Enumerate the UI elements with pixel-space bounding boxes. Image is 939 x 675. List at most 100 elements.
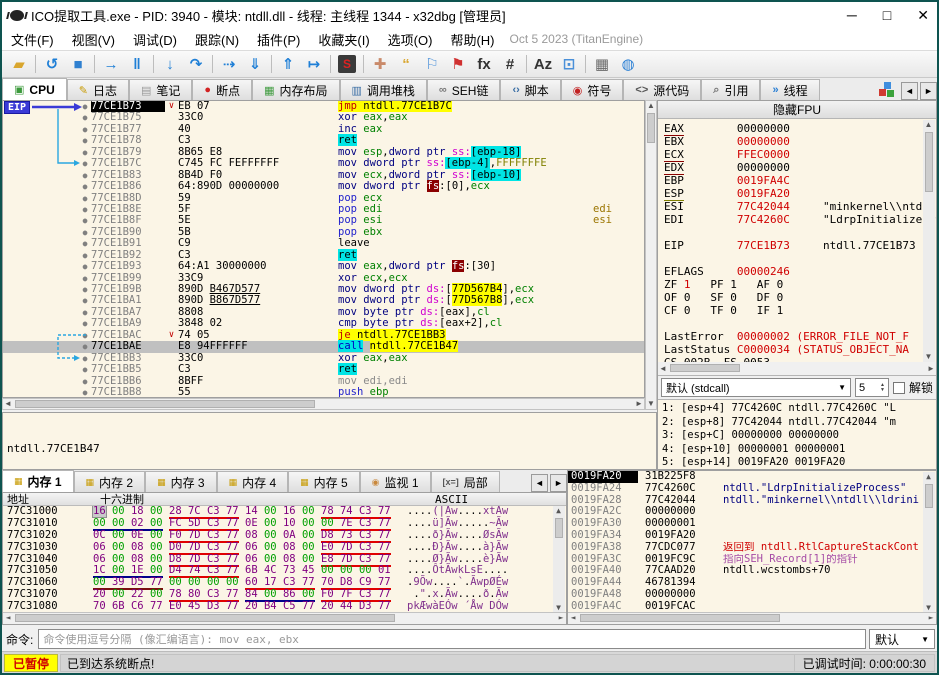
step-into-icon[interactable]: ↓ — [157, 52, 183, 76]
breakpoint-dot[interactable]: ● — [79, 135, 91, 146]
register-line[interactable]: LastError 00000002 (ERROR_FILE_NOT_F — [664, 330, 936, 343]
register-line[interactable]: EBP 0019FA4C — [664, 174, 936, 187]
stack-row[interactable]: 0019FA24 77C4260C ntdll."LdrpInitializePro… — [568, 482, 936, 495]
tab-内存-3[interactable]: ▦ 内存 3 — [145, 471, 217, 492]
maximize-button[interactable]: □ — [883, 7, 891, 24]
tab-日志[interactable]: ✎ 日志 — [66, 79, 129, 100]
stack-argument[interactable]: 1: [esp+4] 77C4260C ntdll.77C4260C "L — [662, 402, 936, 416]
disasm-row[interactable]: ● 77CE1B91 C9 leave — [3, 237, 644, 249]
breakpoint-dot[interactable]: ● — [79, 376, 91, 387]
breakpoint-dot[interactable]: ● — [79, 101, 91, 112]
dump-vscrollbar[interactable]: ▲ ▼ — [553, 506, 565, 613]
tab-内存布局[interactable]: ▦ 内存布局 — [252, 79, 340, 100]
tab-引用[interactable]: ⌕ 引用 — [701, 79, 761, 100]
register-line[interactable]: EDI 77C4260C "LdrpInitializePro — [664, 213, 936, 226]
attach-icon[interactable]: ⊡ — [556, 52, 582, 76]
breakpoint-dot[interactable]: ● — [79, 215, 91, 226]
scroll-dump-tabs-left[interactable]: ◄ — [531, 474, 548, 492]
breakpoint-dot[interactable]: ● — [79, 250, 91, 261]
breakpoint-dot[interactable]: ● — [79, 261, 91, 272]
disasm-row[interactable]: ● 77CE1B7C C745 FC FEFFFFFF mov dword ptr s… — [3, 157, 644, 170]
close-debuggee-icon[interactable]: ■ — [65, 52, 91, 76]
calculator-icon[interactable]: ▦ — [589, 52, 615, 76]
trace-into-icon[interactable]: ⇢ — [216, 52, 242, 76]
breakpoint-dot[interactable]: ● — [79, 318, 91, 329]
breakpoint-dot[interactable]: ● — [79, 295, 91, 306]
minimize-button[interactable]: ─ — [847, 7, 857, 24]
disasm-row[interactable]: ● 77CE1B93 64:A1 30000000 mov eax,dword ptr… — [3, 260, 644, 273]
tab-seh链[interactable]: ∞ SEH链 — [426, 79, 501, 100]
stack-row[interactable]: 0019FA44 46781394 — [568, 576, 936, 589]
menu-item[interactable]: 收藏夹(I) — [309, 28, 378, 51]
menu-item[interactable]: 文件(F) — [2, 28, 63, 51]
stack-row[interactable]: 0019FA28 77C42044 ntdll."minkernel\\ntdll\… — [568, 494, 936, 507]
open-file-icon[interactable]: ▰ — [6, 52, 32, 76]
close-button[interactable]: ✕ — [917, 7, 929, 24]
breakpoint-dot[interactable]: ● — [79, 273, 91, 284]
register-line[interactable]: ECX FFEC0000 — [664, 148, 936, 162]
register-line[interactable]: ESI 77C42044 "minkernel\\ntdll\ — [664, 200, 936, 213]
breakpoint-dot[interactable]: ● — [79, 193, 91, 204]
tab-断点[interactable]: ● 断点 — [192, 79, 253, 100]
tab-脚本[interactable]: ‹› 脚本 — [500, 79, 561, 100]
stack-argument[interactable]: 5: [esp+14] 0019FA20 0019FA20 — [662, 456, 936, 470]
arg-count-spinner[interactable]: 5 ▲ ▼ — [854, 378, 889, 397]
tab-cpu[interactable]: ▣ CPU — [2, 78, 67, 100]
breakpoint-dot[interactable]: ● — [79, 387, 91, 397]
tab-笔记[interactable]: ▤ 笔记 — [128, 79, 193, 100]
disasm-vscrollbar[interactable]: ▲ ▼ — [645, 100, 657, 410]
register-line[interactable]: EAX 00000000 — [664, 122, 936, 136]
breakpoint-dot[interactable]: ● — [79, 284, 91, 295]
disasm-row[interactable]: ● 77CE1BB8 55 push ebp — [3, 386, 644, 397]
breakpoint-dot[interactable]: ● — [79, 330, 91, 341]
breakpoint-dot[interactable]: ● — [79, 181, 91, 192]
patches-icon[interactable]: ✚ — [367, 52, 393, 76]
tab-调用堆栈[interactable]: ▥ 调用堆栈 — [339, 79, 427, 100]
register-line[interactable]: EBX 00000000 — [664, 135, 936, 148]
hash-icon[interactable]: # — [497, 52, 523, 76]
scroll-tabs-left[interactable]: ◄ — [901, 82, 918, 100]
command-input[interactable] — [38, 629, 866, 649]
tab-内存-5[interactable]: ▦ 内存 5 — [288, 471, 360, 492]
stack-row[interactable]: 0019FA30 00000001 — [568, 517, 936, 530]
bookmarks-icon[interactable]: ⚑ — [445, 52, 471, 76]
register-line[interactable]: EFLAGS 00000246 — [664, 265, 936, 278]
register-line[interactable]: EIP 77CE1B73 ntdll.77CE1B73 — [664, 239, 936, 252]
stack-row[interactable]: 0019FA3C 0019FC9C 指向SEH_Record[1]的指针 — [568, 553, 936, 566]
stack-row[interactable]: 0019FA48 00000000 — [568, 588, 936, 601]
disasm-row[interactable]: ● 77CE1B86 64:890D 00000000 mov dword ptr f… — [3, 180, 644, 193]
menu-item[interactable]: 跟踪(N) — [186, 28, 248, 51]
register-line[interactable] — [664, 252, 936, 265]
tab-内存-4[interactable]: ▦ 内存 4 — [216, 471, 289, 492]
execute-till-return-icon[interactable]: ⇑ — [275, 52, 301, 76]
seh-chain-icon[interactable]: S — [334, 52, 360, 76]
tab-线程[interactable]: » 线程 — [760, 79, 820, 100]
register-line[interactable]: EDX 00000000 — [664, 161, 936, 175]
dump-rows[interactable]: 77C31000 16 00 18 00 28 7C C3 77 14 00 16 0… — [3, 506, 553, 613]
stack-rows[interactable]: 0019FA20 31B225F8 0019FA24 77C4260C ntdll."L… — [568, 471, 936, 624]
preferences-globe-icon[interactable]: ◍ — [615, 52, 641, 76]
register-line[interactable] — [664, 317, 936, 330]
convention-dropdown[interactable]: 默认 (stdcall) ▼ — [661, 378, 851, 397]
run-icon[interactable]: → — [98, 52, 124, 76]
stack-row[interactable]: 0019FA40 77CAAD20 ntdll.wcstombs+70 — [568, 565, 936, 577]
stack-argument[interactable]: 2: [esp+8] 77C42044 ntdll.77C42044 "m — [662, 416, 936, 430]
register-line[interactable]: ESP 0019FA20 — [664, 187, 936, 201]
assemble-icon[interactable]: Az — [530, 52, 556, 76]
dump-hscrollbar[interactable]: ◄ ► — [3, 612, 566, 624]
run-to-user-code-icon[interactable]: ↦ — [301, 52, 327, 76]
labels-icon[interactable]: ⚐ — [419, 52, 445, 76]
stack-argument[interactable]: 4: [esp+10] 00000001 00000001 — [662, 443, 936, 457]
step-over-icon[interactable]: ↷ — [183, 52, 209, 76]
disasm-hscrollbar[interactable]: ◄ ► — [2, 398, 645, 410]
tab-内存-2[interactable]: ▦ 内存 2 — [73, 471, 146, 492]
tab-源代码[interactable]: <> 源代码 — [623, 79, 702, 100]
tab-符号[interactable]: ◉ 符号 — [560, 79, 624, 100]
stack-hscrollbar[interactable]: ◄ ► — [568, 612, 936, 624]
disassembly-pane[interactable]: ● 77CE1B73 ∨ EB 07 jmp ntdll.77CE1B7C ● 77CE1B… — [2, 100, 645, 398]
stack-row[interactable]: 0019FA2C 00000000 — [568, 506, 936, 518]
breakpoint-dot[interactable]: ● — [79, 124, 91, 135]
unlock-checkbox[interactable] — [892, 381, 905, 394]
breakpoint-dot[interactable]: ● — [79, 341, 91, 352]
scroll-tabs-right[interactable]: ► — [920, 82, 937, 100]
